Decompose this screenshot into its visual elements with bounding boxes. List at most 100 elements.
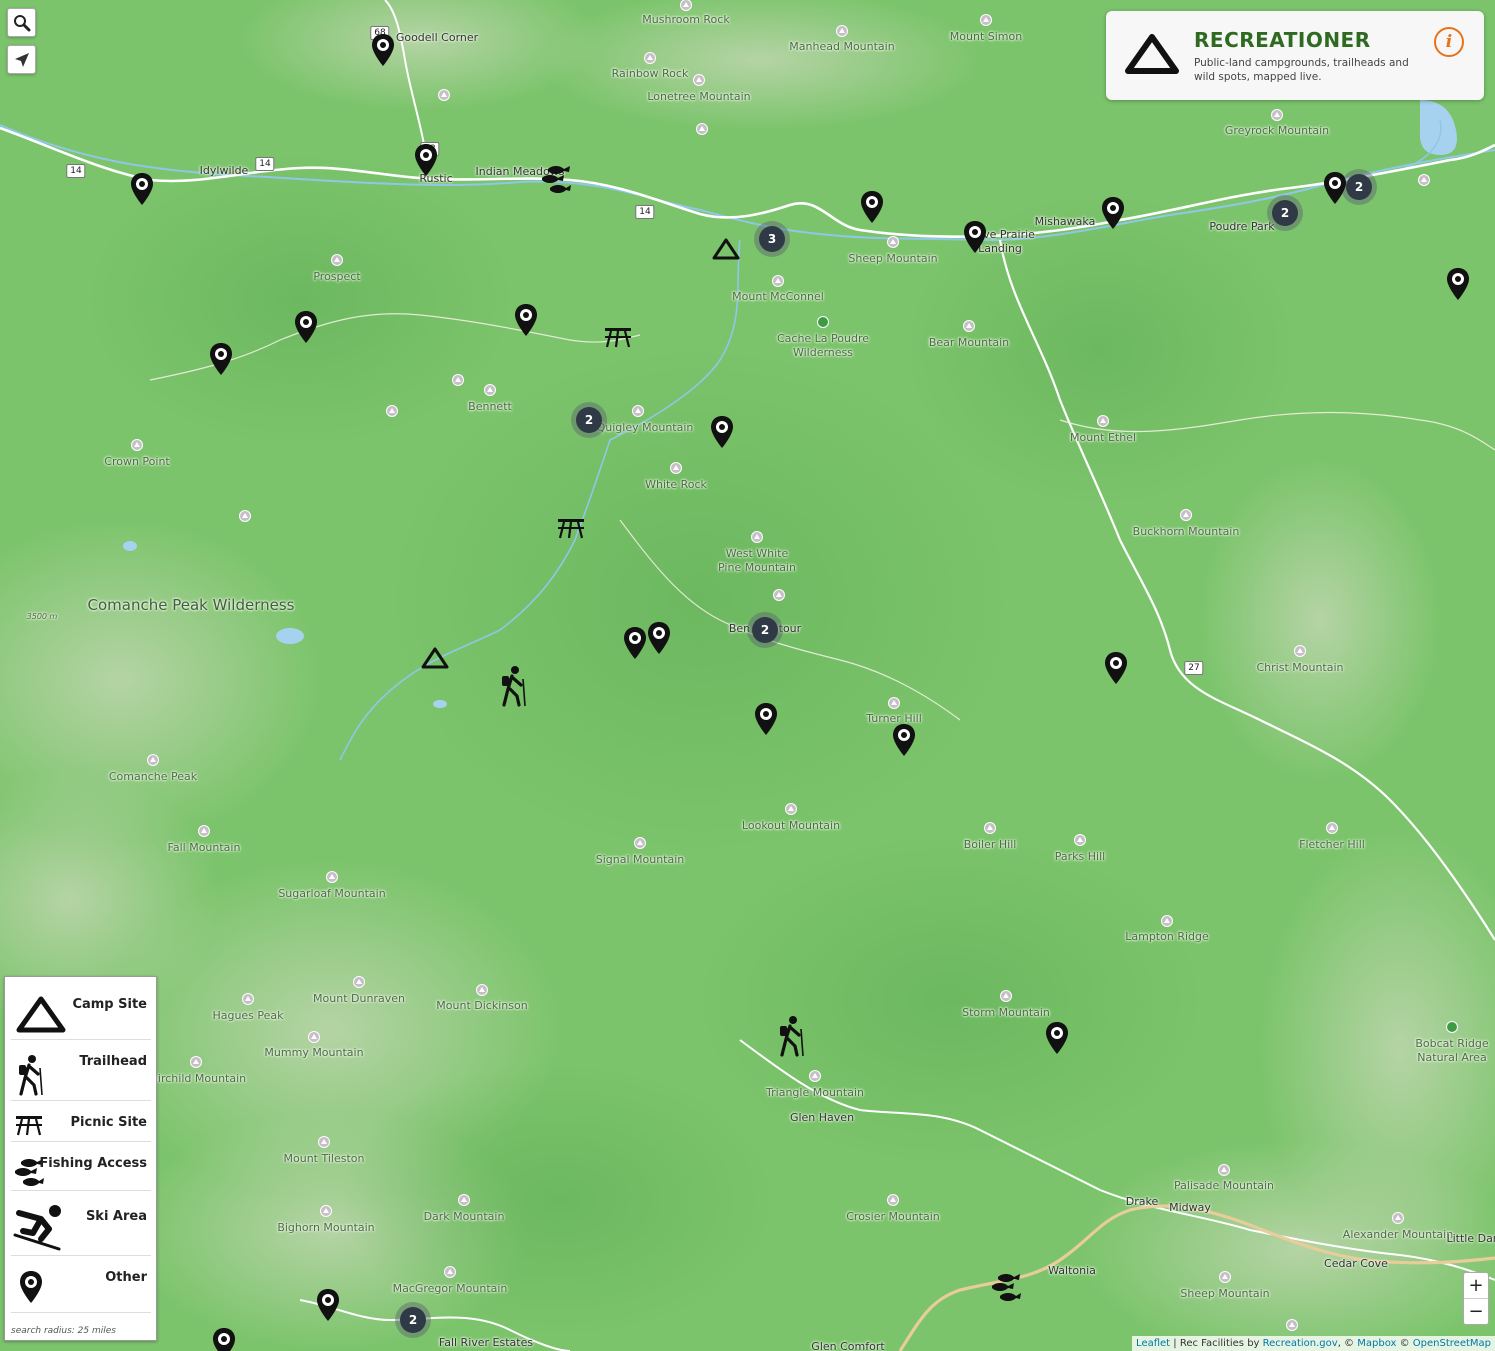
leaflet-link[interactable]: Leaflet xyxy=(1136,1338,1170,1349)
map-pin-icon[interactable] xyxy=(514,303,538,337)
town-label: Waltonia xyxy=(1048,1264,1096,1277)
peak-label: Mount Dunraven xyxy=(313,992,405,1005)
peak-label: Fall Mountain xyxy=(167,841,241,854)
fish-icon[interactable] xyxy=(990,1271,1022,1303)
map-pin-icon[interactable] xyxy=(710,415,734,449)
peak-label: Crown Point xyxy=(104,455,170,468)
map-pin-icon[interactable] xyxy=(623,626,647,660)
map-pin-icon xyxy=(20,1271,42,1303)
route-shield: 27 xyxy=(1184,661,1204,675)
peak-label: Triangle Mountain xyxy=(766,1086,864,1099)
peak-label: Bennett xyxy=(468,400,512,413)
legend-item-other: Other xyxy=(11,1256,151,1313)
legend-item-ski-area: Ski Area xyxy=(11,1191,151,1256)
peak-label: Lampton Ridge xyxy=(1125,930,1209,943)
tent-icon xyxy=(16,996,66,1033)
peak-label: Bighorn Mountain xyxy=(277,1221,375,1234)
peak-label: Hagues Peak xyxy=(212,1009,284,1022)
attribution: Leaflet | Rec Facilities by Recreation.g… xyxy=(1132,1336,1495,1351)
picnic-table-icon[interactable] xyxy=(602,325,634,349)
peak-label: MacGregor Mountain xyxy=(392,1282,508,1295)
search-button[interactable] xyxy=(7,8,36,37)
peak-label: Palisade Mountain xyxy=(1174,1179,1274,1192)
mapbox-link[interactable]: Mapbox xyxy=(1357,1338,1396,1349)
brand-panel: RECREATIONER Public-land campgrounds, tr… xyxy=(1106,11,1484,100)
map-pin-icon[interactable] xyxy=(754,702,778,736)
legend-item-fishing-access: Fishing Access xyxy=(11,1142,151,1191)
map-pin-icon[interactable] xyxy=(316,1288,340,1322)
peak-label: Signal Mountain xyxy=(595,853,685,866)
map-pin-icon[interactable] xyxy=(212,1327,236,1351)
legend-item-camp-site: Camp Site xyxy=(11,983,151,1040)
map-pin-icon[interactable] xyxy=(414,143,438,177)
peak-label: Quigley Mountain xyxy=(596,421,694,434)
tent-icon[interactable] xyxy=(421,647,449,669)
peak-label: Sugarloaf Mountain xyxy=(278,887,386,900)
legend-item-picnic-site: Picnic Site xyxy=(11,1101,151,1142)
map-pin-icon[interactable] xyxy=(892,723,916,757)
area-label-cache-la-poudre: Cache La Poudre Wilderness xyxy=(776,332,870,359)
map-pin-icon[interactable] xyxy=(1323,171,1347,205)
skier-icon xyxy=(13,1205,61,1251)
peak-label: Fairchild Mountain xyxy=(145,1072,247,1085)
route-shield: 14 xyxy=(635,205,655,219)
peak-label: Crosier Mountain xyxy=(846,1210,940,1223)
peak-label: Mount Tileston xyxy=(283,1152,365,1165)
marker-cluster[interactable]: 2 xyxy=(571,402,607,438)
tent-logo-icon xyxy=(1125,34,1179,74)
map-pin-icon[interactable] xyxy=(294,310,318,344)
hiker-icon[interactable] xyxy=(498,665,528,707)
peak-label: Storm Mountain xyxy=(962,1006,1050,1019)
map-pin-icon[interactable] xyxy=(371,33,395,67)
map[interactable]: Comanche Peak Wilderness Cache La Poudre… xyxy=(0,0,1495,1351)
peak-label: Manhead Mountain xyxy=(789,40,895,53)
map-pin-icon[interactable] xyxy=(209,342,233,376)
marker-cluster[interactable]: 3 xyxy=(754,221,790,257)
attribution-text: © xyxy=(1396,1338,1413,1349)
peak-label: Christ Mountain xyxy=(1256,661,1344,674)
peak-label: Greyrock Mountain xyxy=(1224,124,1330,137)
legend-panel: Camp Site Trailhead Picnic Site Fishing … xyxy=(4,976,157,1341)
search-radius-note: search radius: 25 miles xyxy=(11,1326,116,1336)
locate-arrow-icon xyxy=(14,52,29,67)
peak-label: Boiler Hill xyxy=(963,838,1017,851)
peak-label: Lookout Mountain xyxy=(741,819,841,832)
peak-label: Sheep Mountain xyxy=(848,252,938,265)
map-pin-icon[interactable] xyxy=(130,172,154,206)
zoom-out-button[interactable]: − xyxy=(1464,1298,1488,1324)
town-label: Goodell Corner xyxy=(395,31,479,44)
peak-label: Fletcher Hill xyxy=(1299,838,1365,851)
town-label: Cedar Cove xyxy=(1324,1257,1388,1270)
fish-icon[interactable] xyxy=(540,163,572,195)
hiker-icon[interactable] xyxy=(776,1015,806,1057)
town-label: Poudre Park xyxy=(1209,220,1275,233)
peak-label: Alexander Mountain xyxy=(1342,1228,1454,1241)
marker-cluster[interactable]: 2 xyxy=(747,612,783,648)
route-shield: 14 xyxy=(255,157,275,171)
zoom-in-button[interactable]: + xyxy=(1464,1273,1488,1298)
town-label: Glen Haven xyxy=(789,1111,855,1124)
brand-tagline: Public-land campgrounds, trailheads and … xyxy=(1194,57,1409,83)
picnic-table-icon[interactable] xyxy=(555,516,587,540)
map-pin-icon[interactable] xyxy=(1104,651,1128,685)
town-label: Little Dam xyxy=(1446,1232,1495,1245)
recgov-link[interactable]: Recreation.gov xyxy=(1263,1338,1338,1349)
osm-link[interactable]: OpenStreetMap xyxy=(1413,1338,1491,1349)
area-label-comanche-peak: Comanche Peak Wilderness xyxy=(87,596,295,614)
peak-label: Lonetree Mountain xyxy=(647,90,751,103)
picnic-table-icon xyxy=(16,1116,42,1136)
marker-cluster[interactable]: 2 xyxy=(395,1302,431,1338)
info-button[interactable]: i xyxy=(1434,27,1464,57)
map-pin-icon[interactable] xyxy=(860,190,884,224)
locate-button[interactable] xyxy=(7,45,36,74)
map-pin-icon[interactable] xyxy=(1101,196,1125,230)
marker-cluster[interactable]: 2 xyxy=(1267,195,1303,231)
map-pin-icon[interactable] xyxy=(1446,267,1470,301)
map-pin-icon[interactable] xyxy=(647,621,671,655)
town-label: Glen Comfort xyxy=(811,1340,885,1351)
tent-icon[interactable] xyxy=(712,238,740,260)
peak-label: Sheep Mountain xyxy=(1180,1287,1270,1300)
map-pin-icon[interactable] xyxy=(1045,1021,1069,1055)
peak-label: Dark Mountain xyxy=(423,1210,505,1223)
map-pin-icon[interactable] xyxy=(963,220,987,254)
